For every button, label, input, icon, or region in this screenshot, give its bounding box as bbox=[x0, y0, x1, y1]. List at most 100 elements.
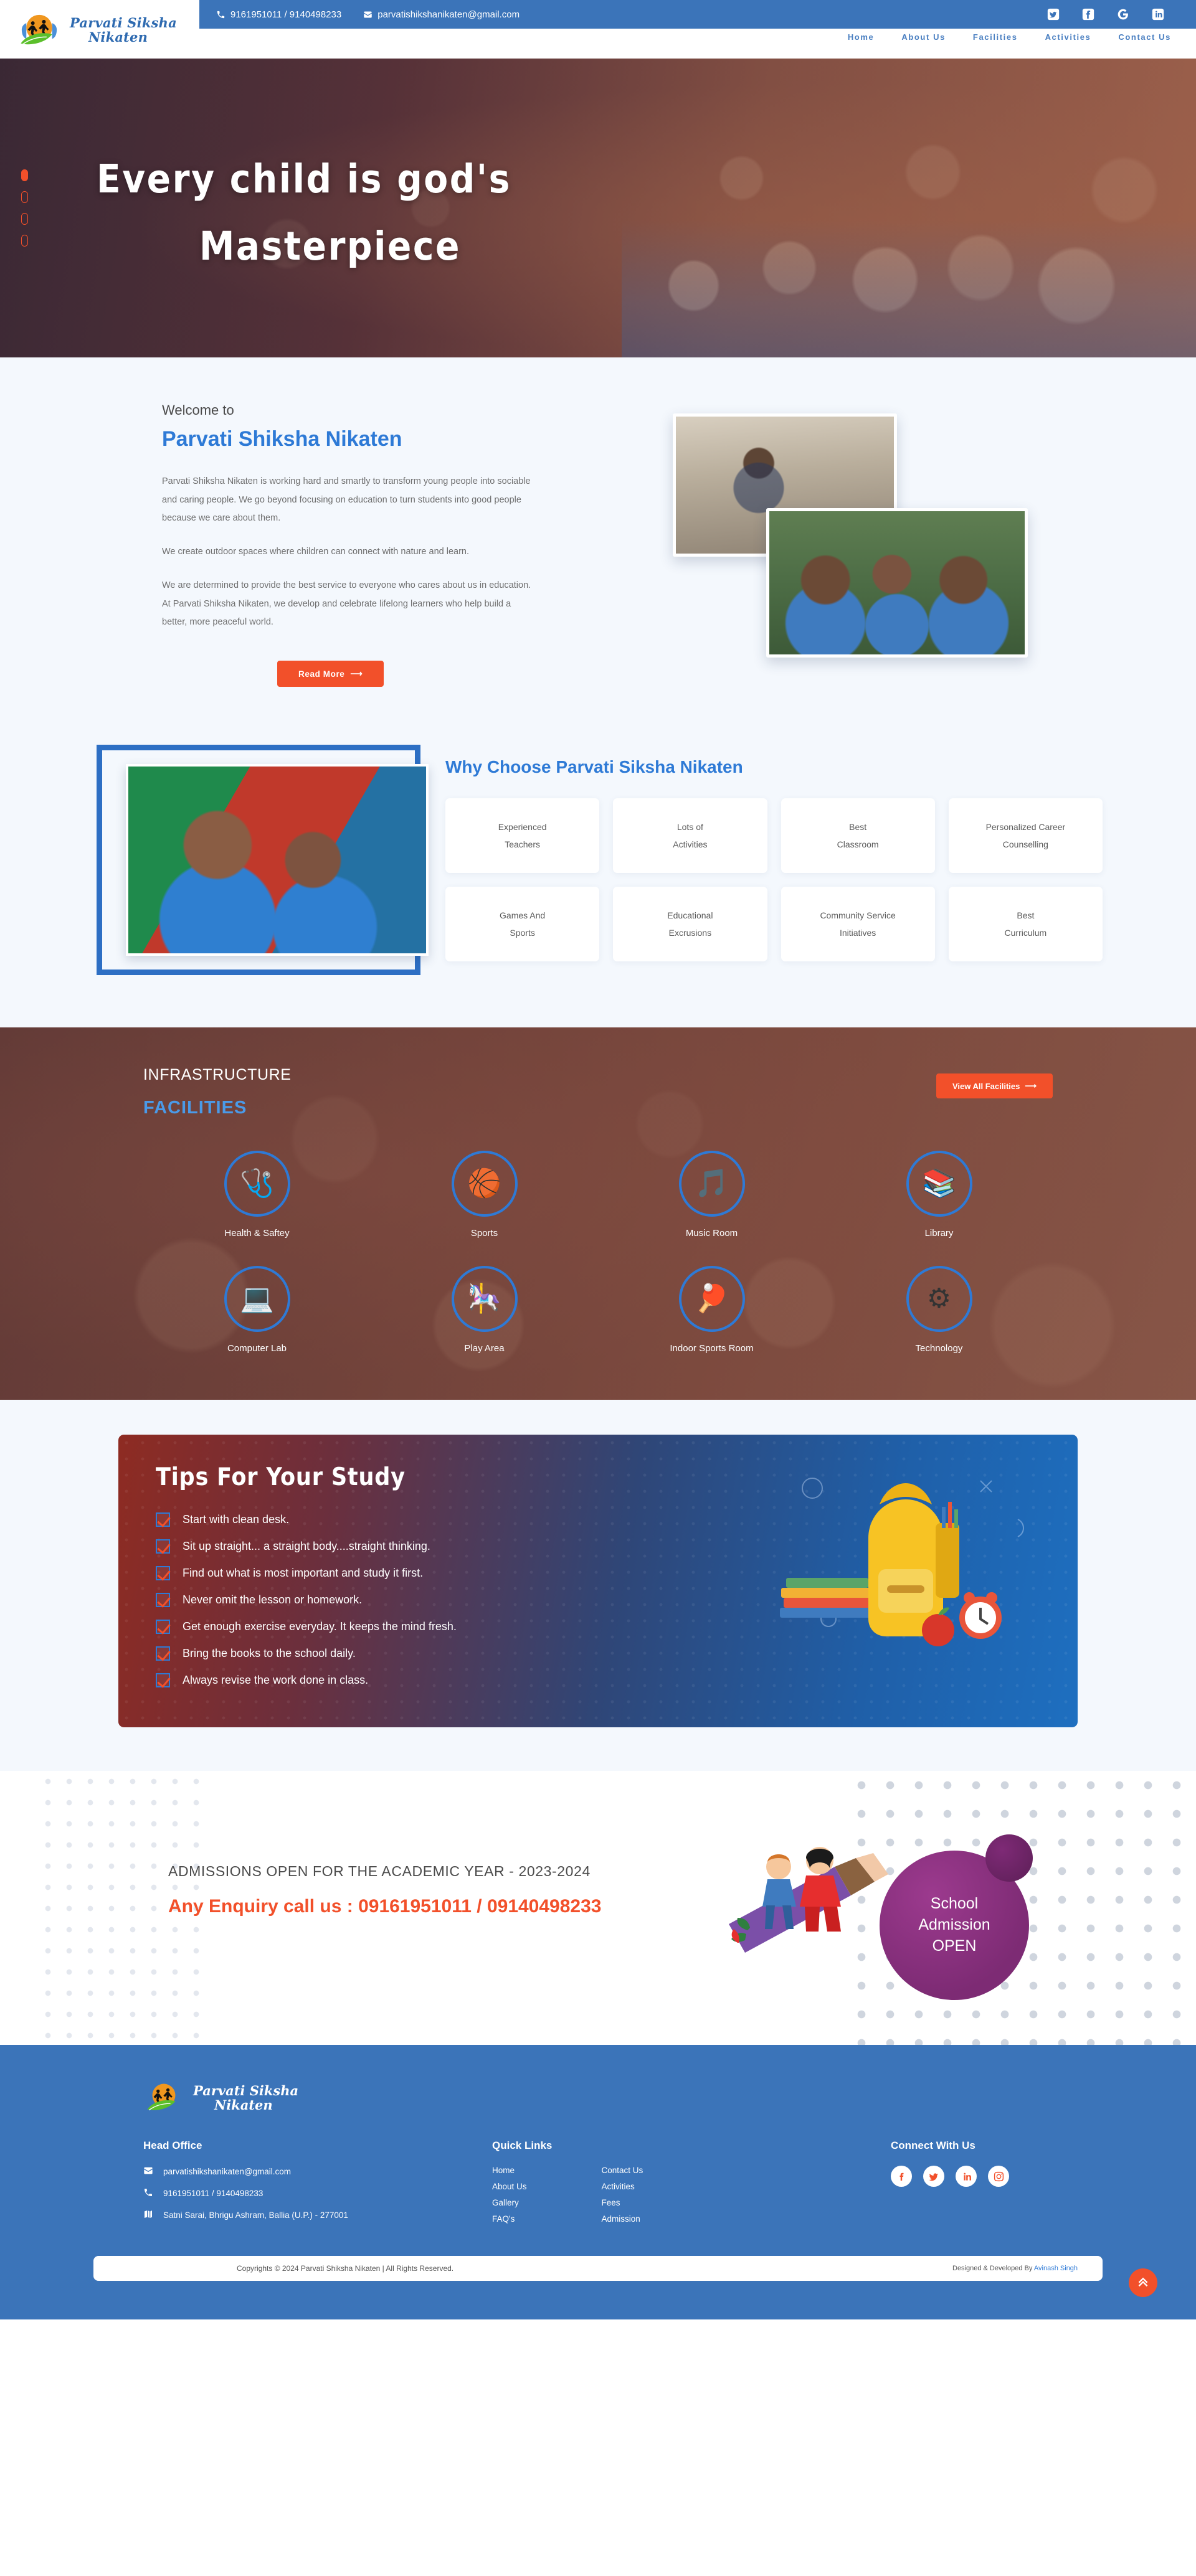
facility-label: Indoor Sports Room bbox=[670, 1343, 754, 1354]
arrow-right-icon: ⟶ bbox=[350, 669, 363, 679]
why-choose-content: Why Choose Parvati Siksha Nikaten Experi… bbox=[445, 745, 1196, 975]
facility-sports[interactable]: 🏀 Sports bbox=[371, 1151, 598, 1238]
facility-indoor-sports-room[interactable]: 🏓 Indoor Sports Room bbox=[598, 1266, 825, 1354]
facebook-icon[interactable] bbox=[1081, 7, 1095, 21]
nav-item-contact-us[interactable]: Contact Us bbox=[1118, 32, 1171, 42]
facility-technology[interactable]: ⚙ Technology bbox=[825, 1266, 1053, 1354]
arrow-right-icon: ⟶ bbox=[1025, 1081, 1037, 1090]
why-choose-title: Why Choose Parvati Siksha Nikaten bbox=[445, 757, 743, 776]
hero-slider-dots bbox=[21, 169, 28, 247]
facility-label: Technology bbox=[915, 1343, 963, 1354]
facility-library[interactable]: 📚 Library bbox=[825, 1151, 1053, 1238]
footer-name-line2: Nikaten bbox=[214, 2097, 273, 2113]
quick-link-fees[interactable]: Fees bbox=[602, 2198, 643, 2207]
why-card-line2: Initiatives bbox=[839, 928, 876, 938]
facility-play-area[interactable]: 🎠 Play Area bbox=[371, 1266, 598, 1354]
topbar-email[interactable]: parvatishikshanikaten@gmail.com bbox=[363, 9, 520, 20]
copyright-bar: Copyrights © 2024 Parvati Shiksha Nikate… bbox=[93, 2256, 1103, 2281]
nav-item-facilities[interactable]: Facilities bbox=[973, 32, 1018, 42]
hero-dot-4[interactable] bbox=[21, 235, 28, 247]
hero-dot-2[interactable] bbox=[21, 191, 28, 203]
school-homepage: 9161951011 / 9140498233 parvatishikshani… bbox=[0, 0, 1196, 2319]
footer-name-line1: Parvati Siksha bbox=[193, 2082, 299, 2098]
hero-dot-1[interactable] bbox=[21, 169, 28, 181]
footer-phone-row[interactable]: 9161951011 / 9140498233 bbox=[143, 2187, 492, 2199]
why-card-best-classroom[interactable]: Best Classroom bbox=[781, 798, 935, 873]
view-all-facilities-button[interactable]: View All Facilities ⟶ bbox=[936, 1073, 1053, 1098]
smiling-students-photo bbox=[126, 764, 429, 956]
tip-item: Always revise the work done in class. bbox=[156, 1673, 1040, 1687]
facility-health-and-saftey[interactable]: 🩺 Health & Saftey bbox=[143, 1151, 371, 1238]
checkbox-checked-icon bbox=[156, 1620, 170, 1634]
quick-link-gallery[interactable]: Gallery bbox=[492, 2198, 527, 2207]
quick-link-contact-us[interactable]: Contact Us bbox=[602, 2166, 643, 2175]
google-icon[interactable] bbox=[1116, 7, 1130, 21]
quick-link-activities[interactable]: Activities bbox=[602, 2182, 643, 2191]
read-more-button[interactable]: Read More ⟶ bbox=[277, 661, 384, 687]
computer-icon: 💻 bbox=[224, 1266, 290, 1332]
envelope-icon bbox=[363, 9, 373, 19]
study-tips-section: Tips For Your Study Start with clean des… bbox=[0, 1400, 1196, 1771]
quick-link-admission[interactable]: Admission bbox=[602, 2214, 643, 2224]
facility-music-room[interactable]: 🎵 Music Room bbox=[598, 1151, 825, 1238]
facility-computer-lab[interactable]: 💻 Computer Lab bbox=[143, 1266, 371, 1354]
facility-label: Music Room bbox=[685, 1228, 738, 1238]
why-card-games-and-sports[interactable]: Games And Sports bbox=[445, 887, 600, 961]
welcome-paragraph-3: We are determined to provide the best se… bbox=[162, 580, 531, 628]
read-more-label: Read More bbox=[298, 669, 345, 679]
why-card-line2: Excrusions bbox=[668, 928, 712, 938]
quick-links-column-1: Home About Us Gallery FAQ's bbox=[492, 2166, 527, 2230]
checkbox-checked-icon bbox=[156, 1673, 170, 1687]
facebook-icon[interactable] bbox=[891, 2166, 912, 2187]
linkedin-icon[interactable] bbox=[956, 2166, 977, 2187]
nav-item-activities[interactable]: Activities bbox=[1045, 32, 1091, 42]
study-tips-card: Tips For Your Study Start with clean des… bbox=[118, 1435, 1078, 1727]
tip-text: Find out what is most important and stud… bbox=[183, 1567, 424, 1579]
tip-text: Never omit the lesson or homework. bbox=[183, 1593, 363, 1606]
quick-links-column-2: Contact Us Activities Fees Admission bbox=[602, 2166, 643, 2230]
quick-links-heading: Quick Links bbox=[492, 2140, 553, 2151]
map-icon bbox=[143, 2209, 153, 2221]
why-card-personalized-career-counselling[interactable]: Personalized Career Counselling bbox=[948, 798, 1103, 873]
welcome-paragraph-2: We create outdoor spaces where children … bbox=[162, 547, 470, 557]
hero-dot-3[interactable] bbox=[21, 213, 28, 225]
logo-wordmark: Parvati Siksha Nikaten bbox=[70, 16, 177, 44]
why-card-line1: Personalized Career bbox=[985, 822, 1066, 832]
facility-label: Health & Saftey bbox=[224, 1228, 290, 1238]
scroll-to-top-button[interactable] bbox=[1129, 2268, 1157, 2297]
nav-item-home[interactable]: Home bbox=[848, 32, 875, 42]
why-card-experienced-teachers[interactable]: Experienced Teachers bbox=[445, 798, 600, 873]
hero-title-line2: Masterpiece bbox=[199, 224, 461, 270]
running-children-sun-leaf-logo bbox=[143, 2077, 184, 2118]
why-choose-card-grid: Experienced Teachers Lots of Activities Be… bbox=[445, 798, 1103, 961]
topbar-social-links bbox=[1046, 7, 1171, 21]
topbar-phone[interactable]: 9161951011 / 9140498233 bbox=[216, 9, 341, 20]
twitter-icon[interactable] bbox=[1046, 7, 1060, 21]
hero-title-line1: Every child is god's bbox=[97, 156, 511, 202]
sports-ball-icon: 🏀 bbox=[451, 1151, 518, 1217]
linkedin-icon[interactable] bbox=[1151, 7, 1165, 21]
developer-credit-link[interactable]: Avinash Singh bbox=[1034, 2265, 1078, 2272]
quick-link-about-us[interactable]: About Us bbox=[492, 2182, 527, 2191]
why-card-line1: Games And bbox=[500, 910, 546, 920]
why-choose-photo-block bbox=[97, 745, 429, 975]
footer-address-row[interactable]: Satni Sarai, Bhrigu Ashram, Ballia (U.P.… bbox=[143, 2209, 492, 2221]
footer-wordmark: Parvati Siksha Nikaten bbox=[193, 2083, 298, 2112]
why-card-best-curriculum[interactable]: Best Curriculum bbox=[948, 887, 1103, 961]
admission-open-badge: School Admission OPEN bbox=[880, 1834, 1033, 2000]
welcome-section: Welcome to Parvati Shiksha Nikaten Parva… bbox=[0, 357, 1196, 738]
site-logo[interactable]: Parvati Siksha Nikaten bbox=[16, 7, 177, 54]
quick-link-faqs[interactable]: FAQ's bbox=[492, 2214, 527, 2224]
footer-email-row[interactable]: parvatishikshanikaten@gmail.com bbox=[143, 2166, 492, 2177]
tip-text: Always revise the work done in class. bbox=[183, 1674, 369, 1686]
instagram-icon[interactable] bbox=[988, 2166, 1009, 2187]
why-card-lots-of-activities[interactable]: Lots of Activities bbox=[613, 798, 767, 873]
quick-link-home[interactable]: Home bbox=[492, 2166, 527, 2175]
welcome-image-column bbox=[561, 402, 1134, 689]
footer-logo[interactable]: Parvati Siksha Nikaten bbox=[143, 2077, 1053, 2118]
why-card-educational-excrusions[interactable]: Educational Excrusions bbox=[613, 887, 767, 961]
playground-icon: 🎠 bbox=[451, 1266, 518, 1332]
why-card-community-service-initiatives[interactable]: Community Service Initiatives bbox=[781, 887, 935, 961]
twitter-icon[interactable] bbox=[923, 2166, 944, 2187]
nav-item-about-us[interactable]: About Us bbox=[901, 32, 946, 42]
